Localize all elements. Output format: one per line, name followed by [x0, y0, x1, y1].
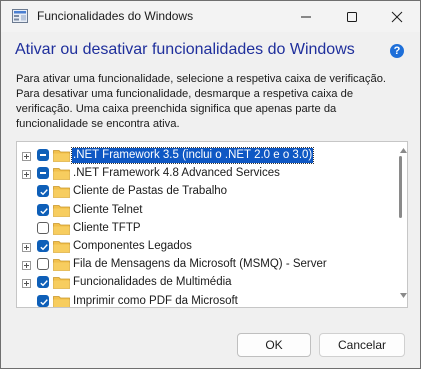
feature-checkbox-unchecked[interactable]: [37, 221, 49, 234]
ok-button[interactable]: OK: [237, 333, 311, 357]
dialog-heading: Ativar ou desativar funcionalidades do W…: [15, 41, 355, 58]
expand-plus-icon[interactable]: [22, 279, 31, 289]
folder-icon: [53, 277, 70, 290]
folder-icon: [53, 259, 70, 272]
expand-plus-icon[interactable]: [22, 261, 31, 271]
partial-indicator-icon: [40, 154, 46, 156]
folder-icon: [53, 186, 70, 199]
folder-icon: [53, 295, 70, 307]
windows-features-app-icon: [12, 9, 28, 23]
checkmark-icon: [40, 207, 48, 214]
maximize-icon: [347, 12, 357, 22]
window-title: Funcionalidades do Windows: [37, 9, 194, 23]
minimize-button[interactable]: [283, 1, 329, 32]
scrollbar-thumb[interactable]: [399, 156, 402, 218]
partial-indicator-icon: [40, 172, 46, 175]
folder-icon: [53, 204, 70, 217]
feature-checkbox-checked[interactable]: [37, 240, 49, 252]
features-tree[interactable]: .NET Framework 3.5 (inclui o .NET 2.0 e …: [16, 141, 408, 308]
feature-row[interactable]: .NET Framework 4.8 Advanced Services: [17, 165, 393, 183]
feature-label: Cliente Telnet: [73, 203, 143, 216]
feature-row[interactable]: Funcionalidades de Multimédia: [17, 274, 393, 292]
feature-checkbox-unchecked[interactable]: [37, 258, 49, 271]
title-bar[interactable]: Funcionalidades do Windows: [1, 1, 420, 32]
expand-plus-icon[interactable]: [22, 152, 31, 161]
feature-label: Cliente de Pastas de Trabalho: [73, 185, 228, 198]
scroll-down-arrow-icon[interactable]: [400, 293, 407, 298]
feature-checkbox-checked[interactable]: [37, 203, 49, 216]
feature-label: Funcionalidades de Multimédia: [73, 276, 232, 289]
feature-checkbox-checked[interactable]: [37, 185, 49, 198]
folder-icon: [53, 241, 70, 253]
close-button[interactable]: [374, 1, 420, 32]
feature-checkbox-partial[interactable]: [37, 167, 49, 180]
feature-label: .NET Framework 3.5 (inclui o .NET 2.0 e …: [70, 147, 315, 164]
close-icon: [391, 11, 403, 23]
maximize-button[interactable]: [329, 1, 375, 32]
feature-checkbox-partial[interactable]: [37, 149, 49, 161]
checkmark-icon: [40, 189, 48, 196]
minimize-icon: [301, 16, 311, 18]
help-icon[interactable]: ?: [390, 44, 404, 58]
cancel-button[interactable]: Cancelar: [319, 333, 405, 357]
feature-label: Componentes Legados: [73, 240, 192, 252]
folder-icon: [53, 150, 70, 162]
feature-label: Imprimir como PDF da Microsoft: [73, 294, 238, 307]
feature-row[interactable]: Cliente Telnet: [17, 202, 393, 220]
checkmark-icon: [40, 244, 48, 251]
feature-checkbox-checked[interactable]: [37, 294, 49, 307]
checkmark-icon: [40, 280, 48, 287]
feature-row[interactable]: .NET Framework 3.5 (inclui o .NET 2.0 e …: [17, 147, 393, 165]
feature-row[interactable]: Imprimir como PDF da Microsoft: [17, 293, 393, 307]
feature-row[interactable]: Fila de Mensagens da Microsoft (MSMQ) - …: [17, 256, 393, 274]
scroll-up-arrow-icon[interactable]: [400, 148, 407, 153]
feature-label: Fila de Mensagens da Microsoft (MSMQ) - …: [73, 258, 327, 271]
folder-icon: [53, 222, 70, 235]
dialog-window: Funcionalidades do Windows Ativar ou des…: [0, 0, 421, 369]
feature-row[interactable]: Cliente TFTP: [17, 220, 393, 238]
expand-plus-icon[interactable]: [22, 170, 31, 180]
feature-checkbox-checked[interactable]: [37, 276, 49, 289]
dialog-description: Para ativar uma funcionalidade, selecion…: [16, 73, 387, 130]
expand-plus-icon[interactable]: [22, 243, 31, 252]
folder-icon: [53, 168, 70, 181]
checkmark-icon: [40, 298, 48, 305]
feature-row[interactable]: Componentes Legados: [17, 238, 393, 256]
feature-label: Cliente TFTP: [73, 221, 141, 234]
feature-row[interactable]: Cliente de Pastas de Trabalho: [17, 183, 393, 201]
dialog-footer: OK Cancelar: [1, 322, 420, 368]
feature-label: .NET Framework 4.8 Advanced Services: [73, 167, 280, 180]
